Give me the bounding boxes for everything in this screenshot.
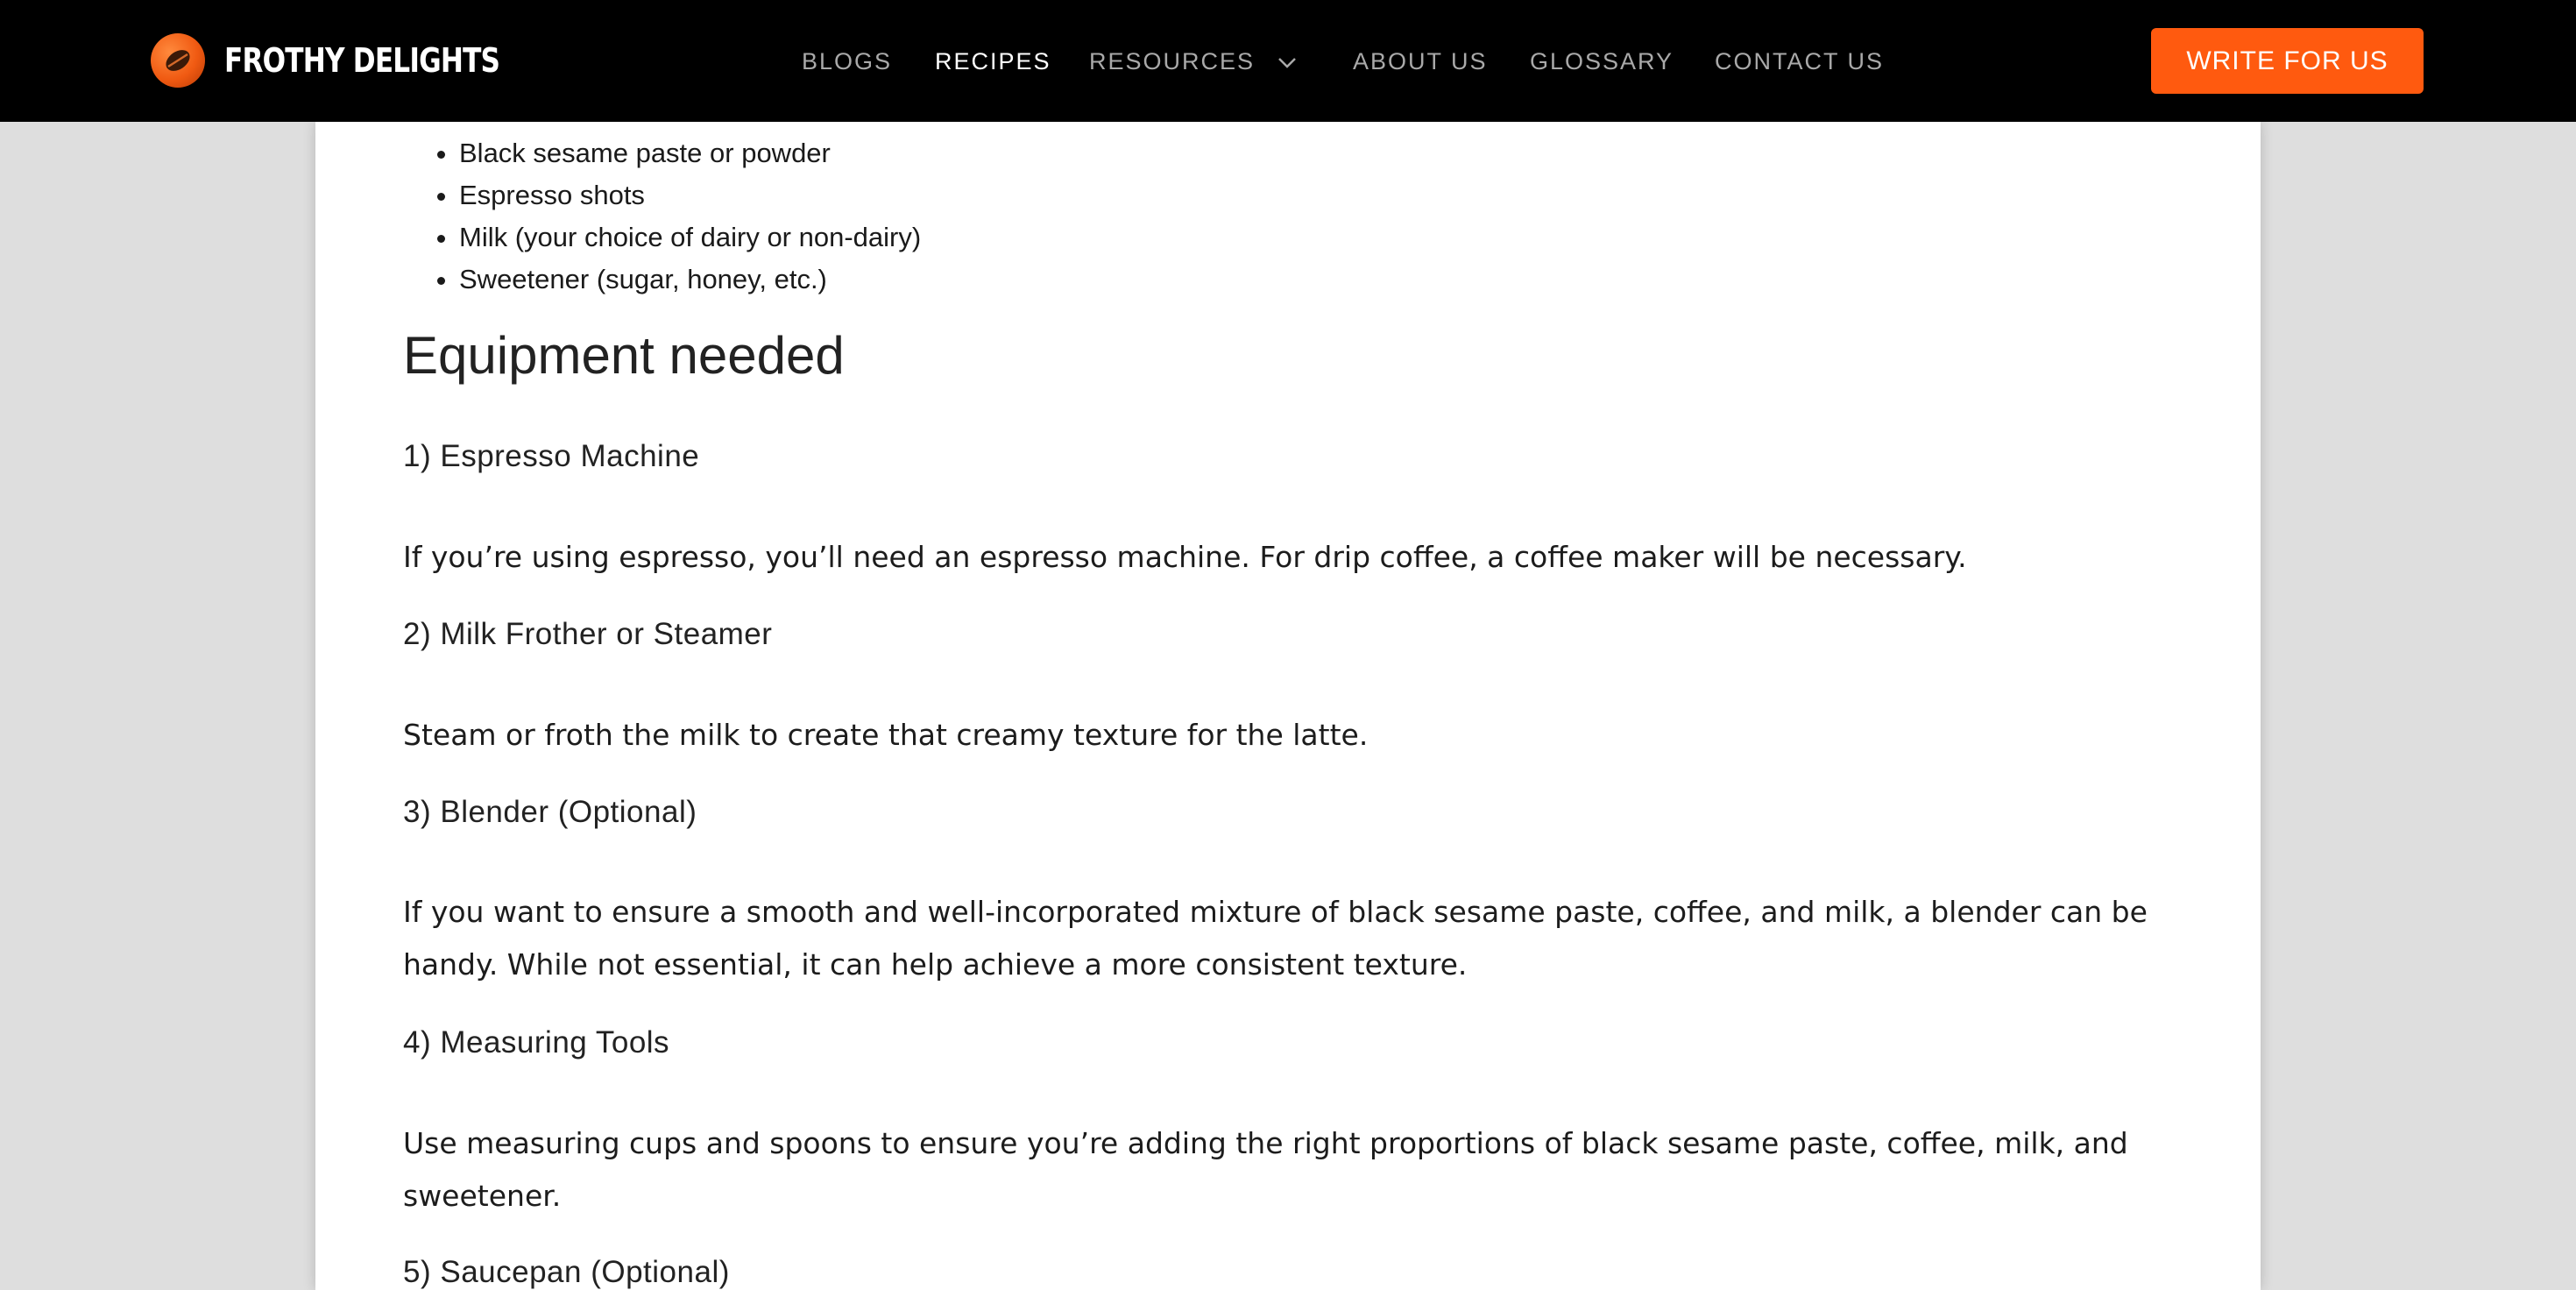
equipment-heading: 3) Blender (Optional) [403,795,697,829]
equipment-heading: 1) Espresso Machine [403,439,700,473]
equipment-description: Steam or froth the milk to create that c… [403,718,1369,752]
nav-blogs[interactable]: BLOGS [802,44,892,79]
equipment-description: If you’re using espresso, you’ll need an… [403,540,1967,574]
equipment-heading: 4) Measuring Tools [403,1025,670,1060]
equipment-heading: 2) Milk Frother or Steamer [403,617,773,651]
equipment-heading: 5) Saucepan (Optional) [403,1255,730,1289]
chevron-down-icon[interactable] [1272,47,1302,77]
list-item: Milk (your choice of dairy or non-dairy) [459,216,921,259]
list-item: Espresso shots [459,174,921,216]
site-header: FROTHY DELIGHTS BLOGS RECIPES RESOURCES … [0,0,2576,122]
nav-recipes[interactable]: RECIPES [935,44,1051,79]
nav-glossary[interactable]: GLOSSARY [1530,44,1674,79]
equipment-description: Use measuring cups and spoons to ensure … [403,1126,2128,1213]
section-heading: Equipment needed [403,326,845,385]
list-item: Sweetener (sugar, honey, etc.) [459,259,921,301]
equipment-description: If you want to ensure a smooth and well-… [403,895,2148,982]
ingredients-list: Black sesame paste or powder Espresso sh… [403,132,921,301]
list-item: Black sesame paste or powder [459,132,921,174]
nav-resources[interactable]: RESOURCES [1089,44,1255,79]
nav-about-us[interactable]: ABOUT US [1353,44,1488,79]
write-for-us-button[interactable]: WRITE FOR US [2151,28,2424,94]
nav-contact-us[interactable]: CONTACT US [1715,44,1884,79]
